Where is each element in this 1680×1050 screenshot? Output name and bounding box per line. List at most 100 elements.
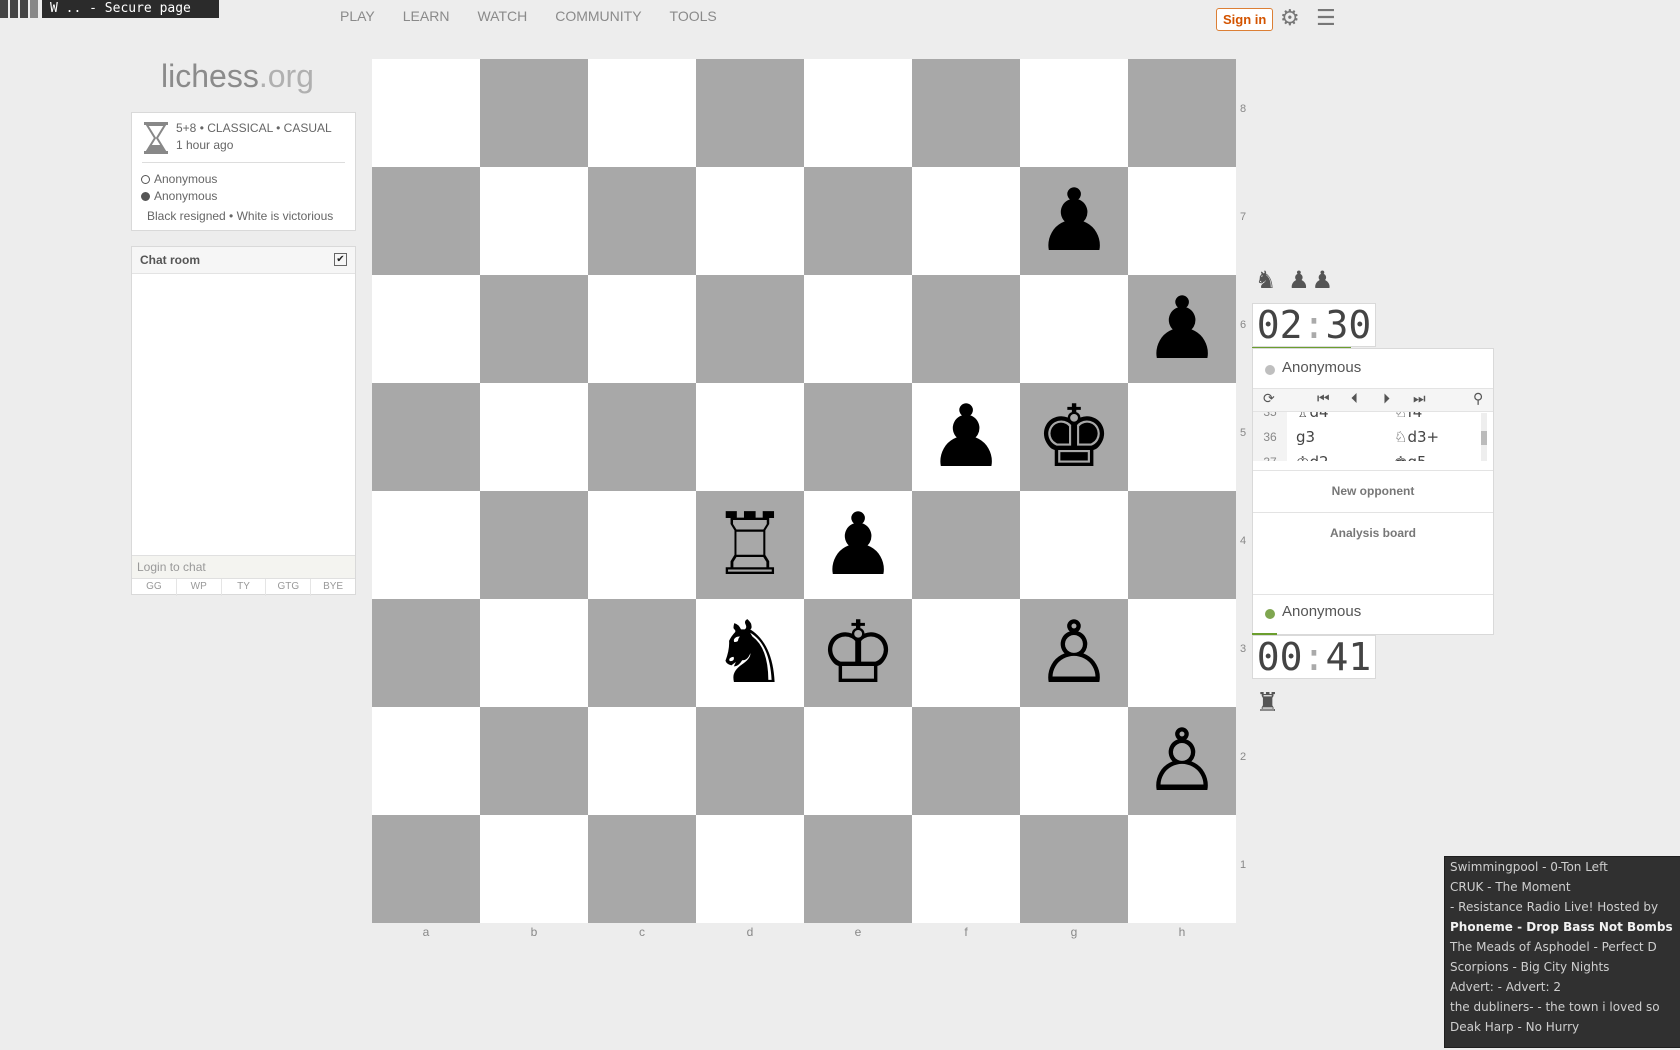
square-f4[interactable] [912, 491, 1020, 599]
square-b1[interactable] [480, 815, 588, 923]
black-move[interactable]: ♘f4 [1394, 412, 1422, 425]
square-a7[interactable] [372, 167, 480, 275]
square-a8[interactable] [372, 59, 480, 167]
scroll-thumb[interactable] [1481, 431, 1487, 445]
nav-community[interactable]: COMMUNITY [555, 8, 641, 24]
square-h7[interactable] [1128, 167, 1236, 275]
square-c5[interactable] [588, 383, 696, 491]
analysis-board-button[interactable]: Analysis board [1253, 512, 1493, 554]
square-a1[interactable] [372, 815, 480, 923]
square-e6[interactable] [804, 275, 912, 383]
playlist-item[interactable]: Swimmingpool - 0-Ton Left [1445, 857, 1680, 877]
square-h2[interactable]: ♙ [1128, 707, 1236, 815]
preset-bye[interactable]: BYE [311, 579, 355, 596]
square-b6[interactable] [480, 275, 588, 383]
square-f2[interactable] [912, 707, 1020, 815]
media-playlist-overlay[interactable]: Swimmingpool - 0-Ton Left CRUK - The Mome… [1444, 856, 1680, 1048]
square-b4[interactable] [480, 491, 588, 599]
square-b8[interactable] [480, 59, 588, 167]
new-opponent-button[interactable]: New opponent [1253, 470, 1493, 512]
square-d8[interactable] [696, 59, 804, 167]
playlist-item[interactable]: - Resistance Radio Live! Hosted by [1445, 897, 1680, 917]
move-list[interactable]: 35♗d4♘f436g3♘d3+37♔d2♚g538♔e3g639h3h5 [1253, 412, 1493, 461]
square-d4[interactable]: ♖ [696, 491, 804, 599]
square-a2[interactable] [372, 707, 480, 815]
prev-move-icon[interactable]: ⏴ [1351, 391, 1358, 407]
square-a3[interactable] [372, 599, 480, 707]
white-move[interactable]: ♗d4 [1296, 412, 1329, 425]
chat-toggle-checkbox[interactable]: ✔ [334, 253, 347, 266]
white-move[interactable]: ♔d2 [1296, 450, 1329, 461]
piece-h2[interactable]: ♙ [1143, 718, 1220, 804]
square-b5[interactable] [480, 383, 588, 491]
black-move[interactable]: ♚g5 [1394, 450, 1427, 461]
piece-d4[interactable]: ♖ [711, 502, 788, 588]
black-move[interactable]: ♘d3+ [1394, 425, 1439, 450]
square-e4[interactable]: ♟ [804, 491, 912, 599]
piece-d3[interactable]: ♞ [711, 610, 788, 696]
chess-board[interactable]: ♟ ♟ ♟ ♚ ♖ ♟ ♞ ♔ ♙ ♙ [372, 59, 1236, 923]
move-list-scrollbar[interactable] [1481, 413, 1487, 461]
square-h8[interactable] [1128, 59, 1236, 167]
next-move-icon[interactable]: ⏵ [1383, 391, 1390, 407]
nav-watch[interactable]: WATCH [477, 8, 527, 24]
square-c1[interactable] [588, 815, 696, 923]
square-e8[interactable] [804, 59, 912, 167]
square-g4[interactable] [1020, 491, 1128, 599]
square-f5[interactable]: ♟ [912, 383, 1020, 491]
preset-gtg[interactable]: GTG [266, 579, 312, 596]
playlist-item[interactable]: Advert: - Advert: 2 [1445, 977, 1680, 997]
square-f6[interactable] [912, 275, 1020, 383]
square-g5[interactable]: ♚ [1020, 383, 1128, 491]
square-d5[interactable] [696, 383, 804, 491]
square-c8[interactable] [588, 59, 696, 167]
piece-e4[interactable]: ♟ [819, 502, 896, 588]
square-c3[interactable] [588, 599, 696, 707]
square-a6[interactable] [372, 275, 480, 383]
white-move[interactable]: g3 [1296, 425, 1315, 450]
square-c7[interactable] [588, 167, 696, 275]
square-h6[interactable]: ♟ [1128, 275, 1236, 383]
chat-login-input[interactable]: Login to chat [132, 555, 355, 578]
square-b2[interactable] [480, 707, 588, 815]
last-move-icon[interactable]: ⏭ [1413, 391, 1426, 407]
square-b3[interactable] [480, 599, 588, 707]
playlist-item[interactable]: Deak Harp - No Hurry [1445, 1017, 1680, 1037]
piece-g5[interactable]: ♚ [1035, 394, 1112, 480]
piece-f5[interactable]: ♟ [927, 394, 1004, 480]
piece-g7[interactable]: ♟ [1035, 178, 1112, 264]
first-move-icon[interactable]: ⏮ [1317, 391, 1330, 407]
square-d6[interactable] [696, 275, 804, 383]
square-e2[interactable] [804, 707, 912, 815]
bottom-player-name[interactable]: Anonymous [1282, 603, 1361, 620]
square-f7[interactable] [912, 167, 1020, 275]
square-c2[interactable] [588, 707, 696, 815]
piece-h6[interactable]: ♟ [1143, 286, 1220, 372]
playlist-item[interactable]: CRUK - The Moment [1445, 877, 1680, 897]
sign-in-button[interactable]: Sign in [1216, 8, 1274, 31]
square-h3[interactable] [1128, 599, 1236, 707]
square-e1[interactable] [804, 815, 912, 923]
square-h5[interactable] [1128, 383, 1236, 491]
square-e5[interactable] [804, 383, 912, 491]
window-control[interactable] [0, 0, 8, 18]
playlist-item[interactable]: Scorpions - Big City Nights [1445, 957, 1680, 977]
piece-e3[interactable]: ♔ [819, 610, 896, 696]
square-d3[interactable]: ♞ [696, 599, 804, 707]
square-f1[interactable] [912, 815, 1020, 923]
square-d2[interactable] [696, 707, 804, 815]
preset-wp[interactable]: WP [177, 579, 222, 596]
square-e3[interactable]: ♔ [804, 599, 912, 707]
square-g3[interactable]: ♙ [1020, 599, 1128, 707]
square-e7[interactable] [804, 167, 912, 275]
playlist-item[interactable]: Phoneme - Drop Bass Not Bombs [1445, 917, 1680, 937]
square-h1[interactable] [1128, 815, 1236, 923]
black-player[interactable]: Anonymous [141, 189, 217, 203]
square-a4[interactable] [372, 491, 480, 599]
flip-board-icon[interactable]: ⟳ [1263, 391, 1275, 407]
nav-tools[interactable]: TOOLS [670, 8, 717, 24]
square-d7[interactable] [696, 167, 804, 275]
gear-icon[interactable]: ⚙ [1280, 6, 1300, 31]
square-g1[interactable] [1020, 815, 1128, 923]
nav-play[interactable]: PLAY [340, 8, 375, 24]
